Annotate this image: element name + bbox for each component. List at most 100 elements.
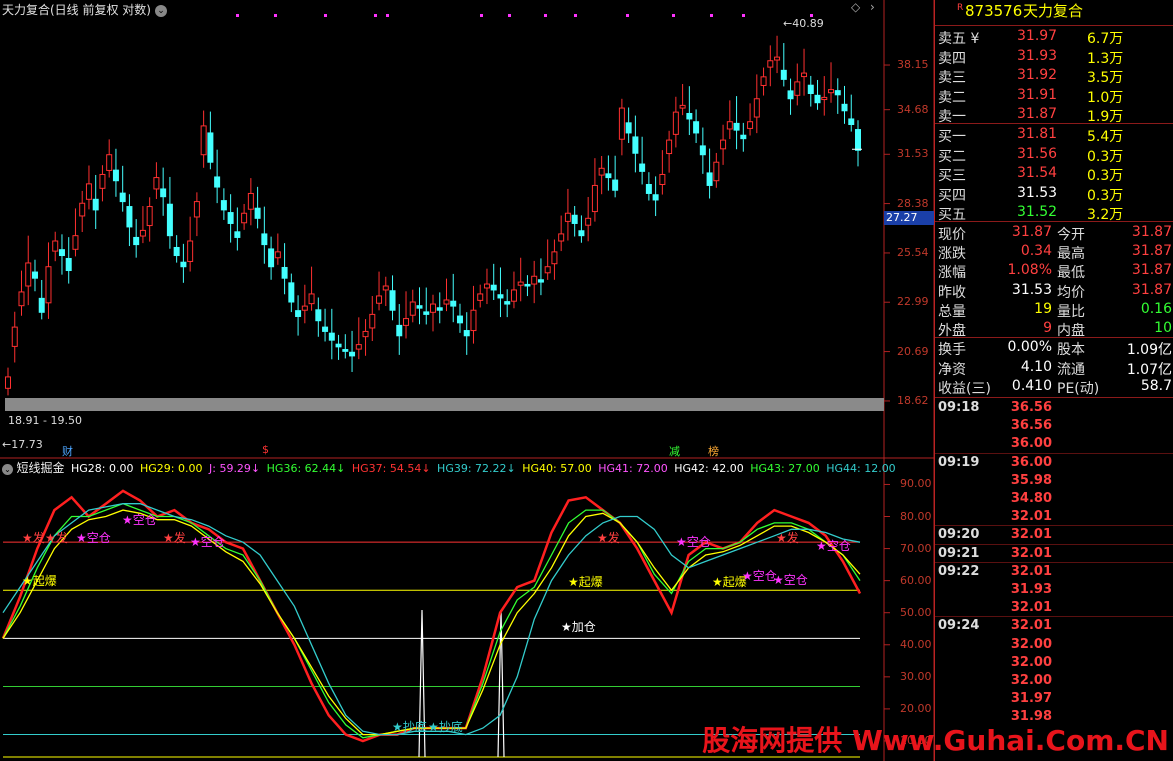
- candle-body[interactable]: [517, 281, 524, 286]
- candle-body[interactable]: [25, 262, 32, 287]
- candle-body[interactable]: [11, 326, 18, 347]
- candle-body[interactable]: [322, 326, 329, 332]
- candle-body[interactable]: [605, 173, 612, 179]
- candle-body[interactable]: [544, 266, 551, 274]
- candle-body[interactable]: [288, 282, 295, 303]
- candle-body[interactable]: [753, 98, 760, 118]
- event-marker-finance[interactable]: 财: [62, 443, 73, 459]
- candle-body[interactable]: [686, 112, 693, 120]
- candle-body[interactable]: [666, 139, 673, 155]
- candle-body[interactable]: [430, 303, 436, 313]
- candle-body[interactable]: [342, 349, 349, 352]
- candle-body[interactable]: [726, 121, 733, 130]
- bid-price[interactable]: 31.54: [1017, 165, 1057, 181]
- candle-body[interactable]: [268, 248, 275, 268]
- candle-body[interactable]: [362, 330, 369, 338]
- candle-body[interactable]: [699, 145, 706, 156]
- candle-body[interactable]: [173, 246, 180, 257]
- candle-body[interactable]: [281, 266, 288, 279]
- candle-body[interactable]: [227, 212, 234, 224]
- diamond-icon[interactable]: ◇: [851, 0, 860, 14]
- candle-body[interactable]: [571, 214, 578, 224]
- candle-body[interactable]: [65, 257, 72, 272]
- ask-price[interactable]: 31.87: [1017, 106, 1057, 122]
- candle-body[interactable]: [828, 89, 835, 94]
- candle-body[interactable]: [450, 300, 457, 307]
- candle-body[interactable]: [598, 167, 605, 176]
- candle-body[interactable]: [733, 122, 740, 131]
- candle-body[interactable]: [193, 201, 200, 218]
- candle-body[interactable]: [436, 307, 443, 311]
- candle-body[interactable]: [524, 283, 531, 287]
- ask-price[interactable]: 31.93: [1017, 48, 1057, 64]
- candle-body[interactable]: [537, 279, 544, 283]
- kline-chart[interactable]: [0, 0, 934, 761]
- candle-body[interactable]: [564, 212, 571, 222]
- candle-body[interactable]: [308, 293, 315, 305]
- candle-body[interactable]: [58, 249, 65, 257]
- candle-body[interactable]: [510, 289, 517, 302]
- candle-body[interactable]: [504, 301, 511, 305]
- candle-body[interactable]: [672, 111, 679, 135]
- candle-body[interactable]: [409, 301, 416, 316]
- candle-body[interactable]: [794, 81, 801, 96]
- candle-body[interactable]: [99, 173, 106, 189]
- candle-body[interactable]: [848, 118, 855, 126]
- candle-body[interactable]: [693, 121, 700, 134]
- candle-body[interactable]: [79, 202, 86, 217]
- candle-body[interactable]: [180, 261, 187, 268]
- bid-price[interactable]: 31.52: [1017, 204, 1057, 220]
- candle-body[interactable]: [477, 293, 484, 301]
- candle-body[interactable]: [31, 271, 38, 279]
- candle-body[interactable]: [639, 163, 646, 172]
- bid-price[interactable]: 31.81: [1017, 126, 1057, 142]
- candle-body[interactable]: [760, 76, 767, 86]
- candle-body[interactable]: [774, 56, 781, 61]
- candle-body[interactable]: [72, 235, 79, 250]
- candle-body[interactable]: [214, 176, 221, 188]
- candle-body[interactable]: [612, 179, 619, 191]
- candle-body[interactable]: [841, 103, 848, 112]
- candle-body[interactable]: [821, 96, 828, 101]
- candle-body[interactable]: [855, 129, 861, 151]
- candle-body[interactable]: [483, 283, 490, 289]
- ask-price[interactable]: 31.92: [1017, 67, 1057, 83]
- candle-body[interactable]: [767, 60, 774, 68]
- candle-body[interactable]: [349, 351, 356, 357]
- candle-body[interactable]: [207, 132, 214, 163]
- candle-body[interactable]: [834, 90, 841, 96]
- candle-body[interactable]: [807, 84, 814, 94]
- candle-body[interactable]: [456, 315, 463, 324]
- gear-icon[interactable]: ⌄: [2, 464, 13, 475]
- candle-body[interactable]: [551, 251, 558, 265]
- candle-body[interactable]: [92, 198, 99, 211]
- candle-body[interactable]: [490, 284, 497, 291]
- candle-body[interactable]: [355, 344, 362, 350]
- candle-body[interactable]: [591, 184, 598, 213]
- candle-body[interactable]: [38, 297, 45, 313]
- candle-body[interactable]: [106, 154, 113, 171]
- candle-body[interactable]: [153, 177, 160, 190]
- candle-body[interactable]: [740, 134, 747, 140]
- chevron-down-icon[interactable]: ⌄: [155, 5, 167, 17]
- candle-body[interactable]: [85, 183, 92, 200]
- candle-body[interactable]: [423, 311, 430, 315]
- candle-body[interactable]: [45, 266, 52, 304]
- candle-body[interactable]: [578, 230, 585, 237]
- candle-body[interactable]: [247, 192, 254, 210]
- candle-body[interactable]: [52, 240, 59, 252]
- candle-body[interactable]: [814, 94, 821, 104]
- candle-body[interactable]: [119, 192, 126, 203]
- ask-price[interactable]: 31.91: [1017, 87, 1057, 103]
- candle-body[interactable]: [133, 236, 140, 246]
- candle-body[interactable]: [558, 233, 565, 242]
- bid-price[interactable]: 31.56: [1017, 146, 1057, 162]
- candle-body[interactable]: [652, 194, 659, 201]
- candle-body[interactable]: [5, 376, 11, 389]
- candle-body[interactable]: [382, 285, 389, 291]
- candle-body[interactable]: [632, 136, 639, 154]
- bid-price[interactable]: 31.53: [1017, 185, 1057, 201]
- candle-body[interactable]: [531, 275, 538, 285]
- candle-body[interactable]: [416, 305, 423, 309]
- candle-body[interactable]: [780, 69, 787, 80]
